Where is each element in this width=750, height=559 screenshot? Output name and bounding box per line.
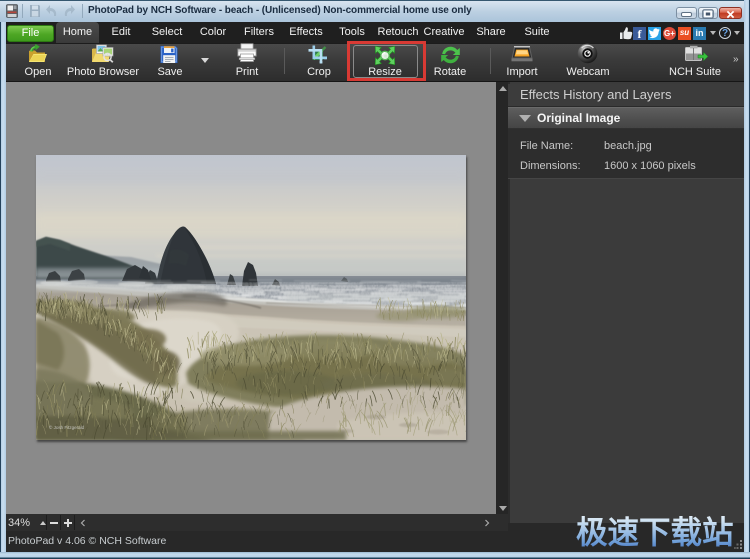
- svg-text:© Josh Fitzgerald: © Josh Fitzgerald: [49, 424, 85, 430]
